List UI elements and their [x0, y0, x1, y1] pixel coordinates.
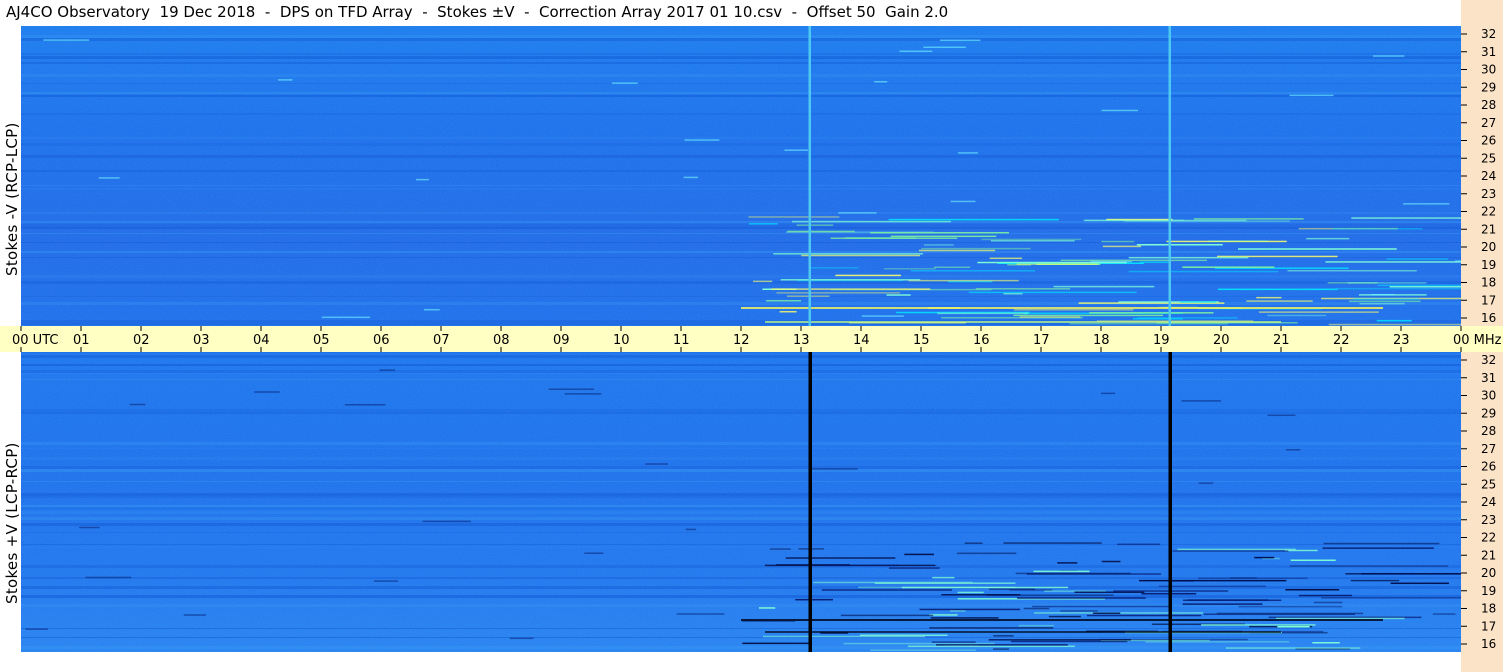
y-tick-label: 20 — [1481, 566, 1496, 580]
y-tick-label: 30 — [1481, 63, 1496, 77]
x-tick-label: 13 — [793, 333, 810, 348]
y-tick-label: 27 — [1481, 116, 1496, 130]
y-tick-label: 28 — [1481, 424, 1496, 438]
x-tick-label: 19 — [1153, 333, 1170, 348]
y-tick-label: 20 — [1481, 240, 1496, 254]
x-tick-label: 14 — [853, 333, 870, 348]
y-tick-label: 18 — [1481, 276, 1496, 290]
y-tick-label: 21 — [1481, 548, 1496, 562]
y-tick-label: 31 — [1481, 371, 1496, 385]
x-tick-label: 20 — [1213, 333, 1230, 348]
x-tick-label: 00 MHz — [1453, 333, 1502, 348]
y-tick-label: 19 — [1481, 584, 1496, 598]
y-tick-label: 24 — [1481, 495, 1496, 509]
y-tick-label: 17 — [1481, 619, 1496, 633]
y-tick-label: 19 — [1481, 258, 1496, 272]
y-tick-label: 16 — [1481, 637, 1496, 651]
x-tick-label: 01 — [73, 333, 90, 348]
x-tick-label: 05 — [313, 333, 330, 348]
x-tick-label: 03 — [193, 333, 210, 348]
x-tick-label: 00 UTC — [12, 333, 58, 348]
x-tick-label: 18 — [1093, 333, 1110, 348]
y-tick-label: 30 — [1481, 389, 1496, 403]
x-tick-label: 09 — [553, 333, 570, 348]
x-tick-label: 08 — [493, 333, 510, 348]
y-tick-label: 25 — [1481, 151, 1496, 165]
x-tick-label: 17 — [1033, 333, 1050, 348]
y-tick-label: 27 — [1481, 442, 1496, 456]
x-tick-label: 07 — [433, 333, 450, 348]
y-tick-label: 23 — [1481, 513, 1496, 527]
y-tick-label: 32 — [1481, 27, 1496, 41]
x-tick-label: 04 — [253, 333, 270, 348]
x-tick-label: 06 — [373, 333, 390, 348]
x-tick-label: 23 — [1393, 333, 1410, 348]
y-tick-label: 17 — [1481, 293, 1496, 307]
y-tick-label: 18 — [1481, 602, 1496, 616]
y-tick-label: 29 — [1481, 406, 1496, 420]
y-tick-label: 22 — [1481, 531, 1496, 545]
axes-overlay: 00 UTC 01 02 03 04 05 06 07 08 09 10 11 12 13 14 15 16 17… — [12, 27, 1502, 651]
x-tick-label: 11 — [673, 333, 690, 348]
y-tick-label: 24 — [1481, 169, 1496, 183]
x-tick-label: 22 — [1333, 333, 1350, 348]
x-tick-label: 12 — [733, 333, 750, 348]
y-tick-label: 29 — [1481, 80, 1496, 94]
x-tick-label: 10 — [613, 333, 630, 348]
y-tick-label: 21 — [1481, 222, 1496, 236]
y-tick-label: 25 — [1481, 477, 1496, 491]
y-tick-label: 28 — [1481, 98, 1496, 112]
x-tick-label: 02 — [133, 333, 150, 348]
y-tick-label: 23 — [1481, 187, 1496, 201]
x-tick-label: 16 — [973, 333, 990, 348]
y-tick-label: 26 — [1481, 460, 1496, 474]
y-tick-label: 16 — [1481, 311, 1496, 325]
y-tick-label: 31 — [1481, 45, 1496, 59]
x-tick-label: 15 — [913, 333, 930, 348]
y-tick-label: 26 — [1481, 134, 1496, 148]
y-tick-label: 22 — [1481, 205, 1496, 219]
y-tick-label: 32 — [1481, 353, 1496, 367]
x-tick-label: 21 — [1273, 333, 1290, 348]
